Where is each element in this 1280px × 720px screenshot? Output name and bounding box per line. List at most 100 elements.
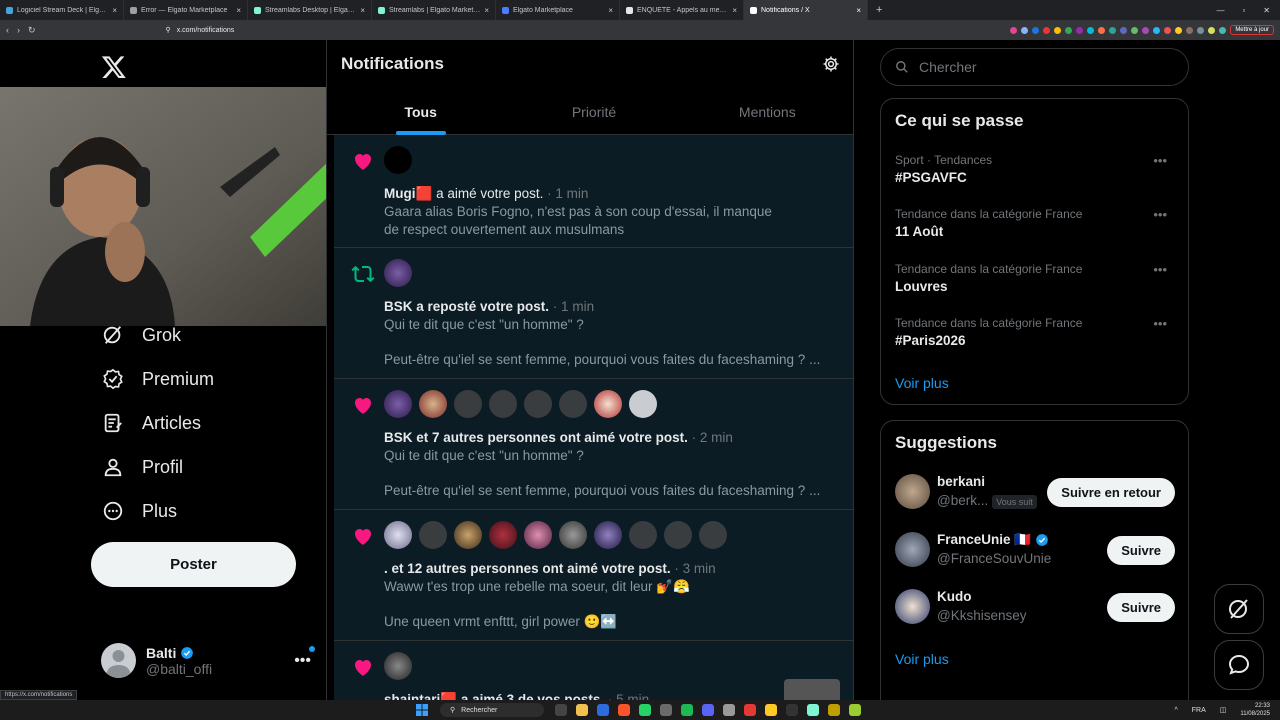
- suggestion-item[interactable]: Kudo @Kkshisensey Suivre: [895, 589, 1175, 625]
- nav-item-profile[interactable]: Profil: [102, 456, 183, 478]
- trend-more-icon[interactable]: •••: [1153, 316, 1167, 331]
- network-icon[interactable]: ◫: [1220, 706, 1227, 714]
- notification-item[interactable]: BSK a reposté votre post. · 1 min Qui te…: [334, 248, 853, 379]
- app-icon[interactable]: [660, 704, 672, 716]
- avatar[interactable]: [594, 390, 622, 418]
- follow-back-button[interactable]: Suivre en retour: [1047, 478, 1175, 507]
- language-indicator[interactable]: FRA: [1192, 707, 1206, 714]
- suggestion-name[interactable]: berkani: [937, 474, 985, 489]
- avatar[interactable]: [629, 390, 657, 418]
- x-logo-icon[interactable]: [100, 54, 128, 80]
- post-button[interactable]: Poster: [91, 542, 296, 587]
- avatar[interactable]: [384, 652, 412, 680]
- avatar[interactable]: [629, 521, 657, 549]
- notification-user[interactable]: shaintari🟥: [384, 692, 457, 700]
- nav-item-grok[interactable]: Grok: [102, 324, 181, 346]
- taskbar-search[interactable]: ⚲ Rechercher: [440, 703, 544, 717]
- discord-icon[interactable]: [702, 704, 714, 716]
- site-info-icon[interactable]: ⚲: [166, 26, 171, 34]
- nav-item-more[interactable]: Plus: [102, 500, 177, 522]
- browser-tab[interactable]: Streamlabs | Elgato Marketplace ×: [372, 0, 496, 20]
- app-icon[interactable]: [597, 704, 609, 716]
- account-more-icon[interactable]: •••: [294, 645, 315, 670]
- follow-button[interactable]: Suivre: [1107, 536, 1175, 565]
- extension-icon[interactable]: [1098, 26, 1106, 34]
- notification-item[interactable]: Mugi🟥 a aimé votre post. · 1 min Gaara a…: [334, 135, 853, 248]
- close-window-icon[interactable]: ✕: [1263, 6, 1270, 15]
- notification-user[interactable]: BSK: [384, 299, 413, 314]
- trend-item[interactable]: Sport · Tendances #PSGAVFC •••: [895, 153, 1175, 185]
- avatar[interactable]: [384, 521, 412, 549]
- extension-icon[interactable]: [1175, 26, 1183, 34]
- extension-icon[interactable]: [1131, 26, 1139, 34]
- messages-fab-button[interactable]: [1214, 640, 1264, 690]
- extension-icon[interactable]: [1054, 26, 1062, 34]
- url-field[interactable]: ⚲ x.com/notifications: [161, 23, 612, 37]
- new-tab-button[interactable]: +: [868, 4, 890, 16]
- trend-item[interactable]: Tendance dans la catégorie France 11 Aoû…: [895, 207, 1175, 239]
- spotify-icon[interactable]: [681, 704, 693, 716]
- avatar[interactable]: [895, 532, 930, 567]
- notification-user[interactable]: Mugi🟥: [384, 186, 432, 201]
- clock[interactable]: 22:33 11/08/2025: [1240, 702, 1270, 718]
- close-tab-icon[interactable]: ×: [112, 6, 117, 15]
- extension-icon[interactable]: [1186, 26, 1194, 34]
- tab-mentions[interactable]: Mentions: [681, 88, 853, 135]
- avatar[interactable]: [559, 521, 587, 549]
- extension-icon[interactable]: [1076, 26, 1084, 34]
- grok-fab-button[interactable]: [1214, 584, 1264, 634]
- extension-icon[interactable]: [1164, 26, 1172, 34]
- avatar[interactable]: [699, 521, 727, 549]
- extension-icon[interactable]: [1087, 26, 1095, 34]
- windows-start-icon[interactable]: [416, 704, 428, 716]
- trends-see-more-link[interactable]: Voir plus: [895, 375, 949, 391]
- reload-icon[interactable]: ↻: [28, 25, 36, 36]
- notification-item[interactable]: BSK et 7 autres personnes ont aimé votre…: [334, 379, 853, 510]
- trend-item[interactable]: Tendance dans la catégorie France #Paris…: [895, 316, 1175, 348]
- account-switcher[interactable]: Balti @balti_offi •••: [101, 643, 315, 678]
- suggestion-item[interactable]: berkani @berk... Vous suit Suivre en reto…: [895, 474, 1175, 510]
- trend-more-icon[interactable]: •••: [1153, 153, 1167, 168]
- extension-icon[interactable]: [1208, 26, 1216, 34]
- app-icon[interactable]: [849, 704, 861, 716]
- app-icon[interactable]: [828, 704, 840, 716]
- tray-chevron-icon[interactable]: ^: [1174, 707, 1177, 714]
- extension-icon[interactable]: [1109, 26, 1117, 34]
- close-tab-icon[interactable]: ×: [360, 6, 365, 15]
- avatar[interactable]: [489, 521, 517, 549]
- extension-icon[interactable]: [1021, 26, 1029, 34]
- close-tab-icon[interactable]: ×: [732, 6, 737, 15]
- extension-icon[interactable]: [1032, 26, 1040, 34]
- post-thumbnail[interactable]: [784, 679, 840, 700]
- tab-priority[interactable]: Priorité: [507, 88, 680, 135]
- follow-button[interactable]: Suivre: [1107, 593, 1175, 622]
- close-tab-icon[interactable]: ×: [236, 6, 241, 15]
- avatar[interactable]: [559, 390, 587, 418]
- forward-icon[interactable]: ›: [17, 25, 20, 35]
- avatar[interactable]: [664, 521, 692, 549]
- extension-icon[interactable]: [1197, 26, 1205, 34]
- notification-user[interactable]: BSK: [384, 430, 413, 445]
- close-tab-icon[interactable]: ×: [608, 6, 613, 15]
- trend-item[interactable]: Tendance dans la catégorie France Louvre…: [895, 262, 1175, 294]
- avatar[interactable]: [454, 390, 482, 418]
- back-icon[interactable]: ‹: [6, 25, 9, 35]
- extension-icon[interactable]: [1120, 26, 1128, 34]
- avatar[interactable]: [454, 521, 482, 549]
- avatar[interactable]: [524, 521, 552, 549]
- avatar[interactable]: [489, 390, 517, 418]
- browser-tab-active[interactable]: Notifications / X ×: [744, 0, 868, 20]
- update-browser-button[interactable]: Mettre à jour: [1230, 25, 1274, 35]
- trend-more-icon[interactable]: •••: [1153, 262, 1167, 277]
- browser-tab[interactable]: ENQUÊTE - Appels au meurtre, raton ×: [620, 0, 744, 20]
- extension-icon[interactable]: [1010, 26, 1018, 34]
- chrome-icon[interactable]: [765, 704, 777, 716]
- avatar[interactable]: [895, 474, 930, 509]
- trend-more-icon[interactable]: •••: [1153, 207, 1167, 222]
- avatar[interactable]: [895, 589, 930, 624]
- browser-tab[interactable]: Streamlabs Desktop | Elgato Marketp ×: [248, 0, 372, 20]
- streamlabs-icon[interactable]: [807, 704, 819, 716]
- browser-tab[interactable]: Error — Elgato Marketplace ×: [124, 0, 248, 20]
- avatar[interactable]: [419, 390, 447, 418]
- close-tab-icon[interactable]: ×: [856, 6, 861, 15]
